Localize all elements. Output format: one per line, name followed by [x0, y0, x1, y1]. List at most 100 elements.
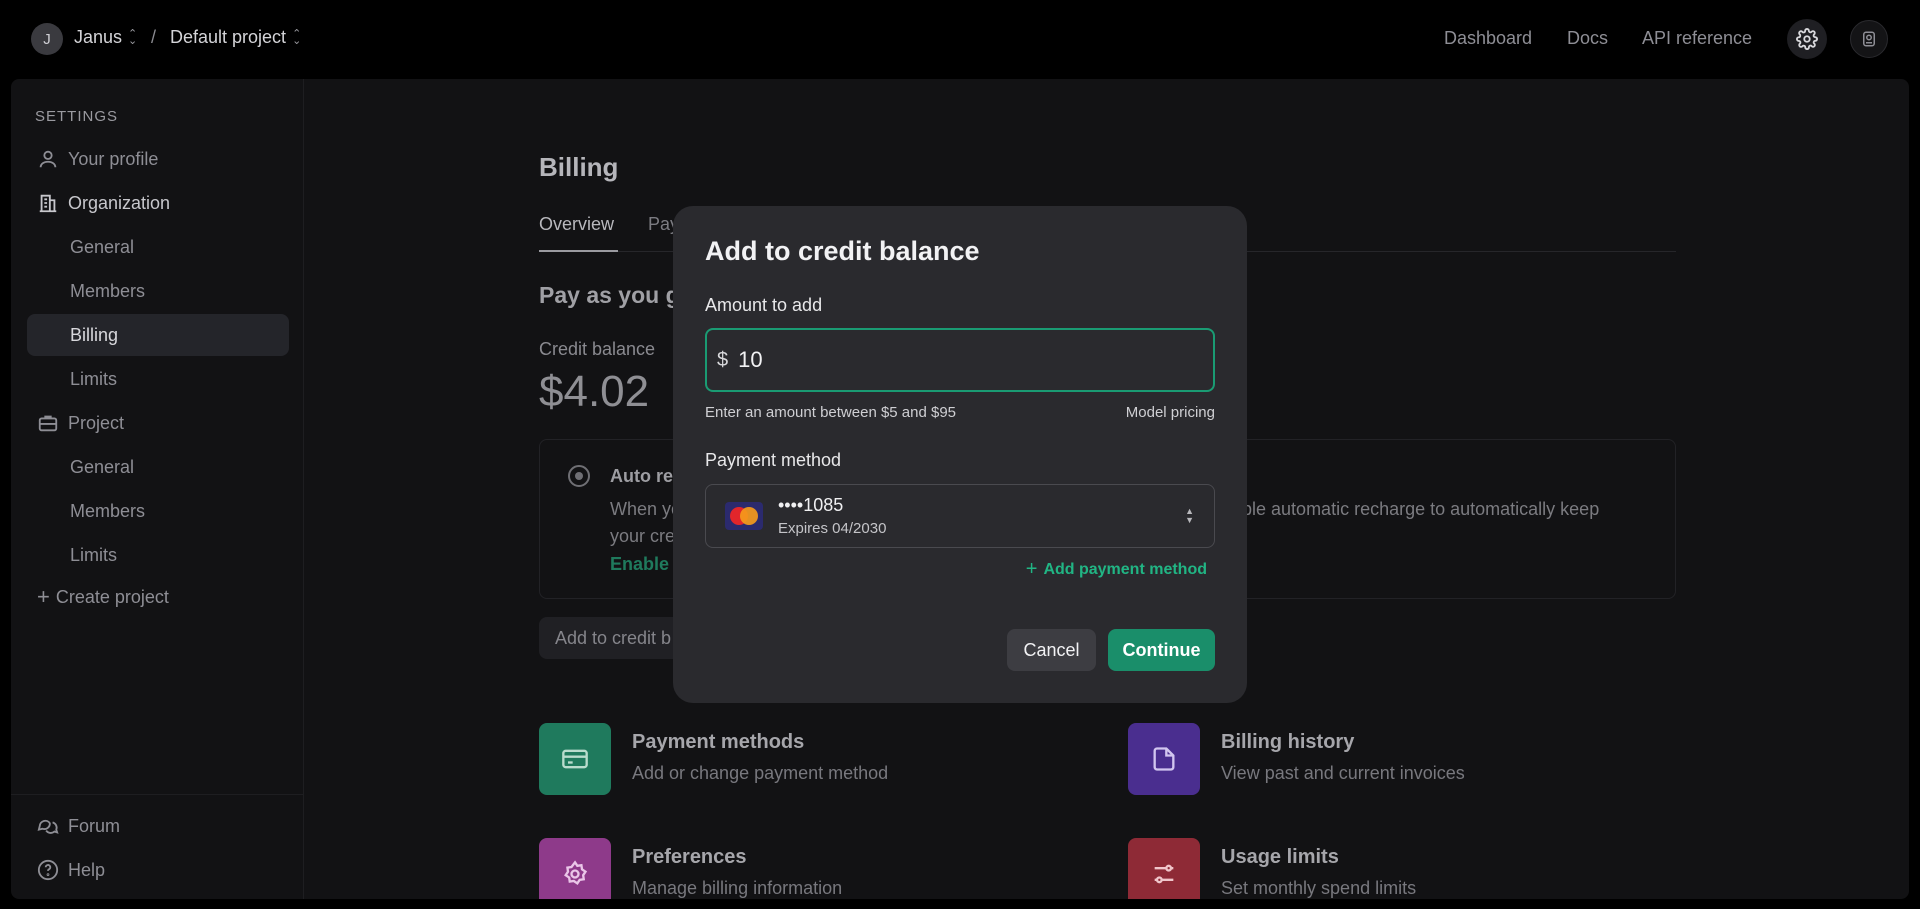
- tile-subtitle: View past and current invoices: [1221, 763, 1465, 783]
- sliders-icon: [1154, 864, 1174, 884]
- tile-icon-bg: [539, 723, 611, 795]
- sidebar-item-label: Help: [68, 859, 106, 880]
- sidebar-item-org-limits[interactable]: Limits: [27, 358, 289, 400]
- dashboard-link[interactable]: Dashboard: [1444, 28, 1532, 49]
- modal-title: Add to credit balance: [705, 236, 980, 266]
- sidebar-item-project-general[interactable]: General: [27, 446, 289, 488]
- user-icon: [39, 150, 57, 168]
- tile-icon-bg: [1128, 723, 1200, 795]
- sidebar-item-project[interactable]: Project: [27, 402, 289, 444]
- tile-title: Usage limits: [1221, 846, 1339, 868]
- avatar-icon: [1863, 31, 1875, 47]
- tile-preferences[interactable]: Preferences Manage billing information: [539, 838, 1099, 899]
- tile-title: Payment methods: [632, 731, 805, 753]
- document-icon: [1153, 747, 1175, 771]
- settings-button[interactable]: [1787, 19, 1827, 59]
- currency-symbol: $: [717, 348, 729, 371]
- org-name: Janus: [74, 27, 123, 47]
- card-number: ••••1085: [778, 495, 844, 515]
- org-avatar[interactable]: J: [31, 23, 63, 55]
- sidebar-item-label: Members: [70, 500, 146, 521]
- tile-billing-history[interactable]: Billing history View past and current in…: [1128, 723, 1688, 803]
- amount-input[interactable]: [738, 347, 1179, 373]
- sidebar-item-your-profile[interactable]: Your profile: [27, 138, 289, 180]
- sidebar-item-org-general[interactable]: General: [27, 226, 289, 268]
- tile-icon-bg: [1128, 838, 1200, 899]
- sidebar-item-label: Create project: [55, 586, 169, 607]
- auto-desc-left: When yo: [610, 499, 682, 519]
- sidebar-item-forum[interactable]: Forum: [27, 805, 289, 847]
- project-name: Default project: [170, 27, 287, 47]
- credit-card-icon: [562, 749, 588, 769]
- docs-link[interactable]: Docs: [1567, 28, 1608, 49]
- auto-recharge-title: Auto re: [610, 466, 673, 486]
- tile-title: Preferences: [632, 846, 747, 868]
- profile-button[interactable]: [1850, 20, 1888, 58]
- sidebar: SETTINGS Your profile Organization Gener…: [11, 79, 304, 899]
- add-payment-method-link[interactable]: + Add payment method: [1026, 558, 1207, 581]
- sidebar-item-label: Organization: [68, 192, 171, 213]
- cancel-button[interactable]: Cancel: [1007, 629, 1096, 671]
- amount-hint: Enter an amount between $5 and $95: [705, 404, 957, 421]
- tab-overview[interactable]: Overview: [539, 214, 614, 235]
- tile-subtitle: Set monthly spend limits: [1221, 878, 1417, 898]
- create-project-button[interactable]: + Create project: [27, 576, 289, 618]
- project-switcher[interactable]: Default project ⌃ ⌄: [170, 27, 301, 48]
- sidebar-item-organization[interactable]: Organization: [27, 182, 289, 224]
- tile-icon-bg: [539, 838, 611, 899]
- auto-recharge-radio[interactable]: [568, 465, 590, 487]
- chevron-updown-icon: ⌃ ⌄: [292, 27, 302, 47]
- sidebar-divider: [11, 794, 304, 795]
- add-payment-method-label: Add payment method: [1043, 560, 1207, 578]
- briefcase-icon: [38, 415, 58, 432]
- card-expiry: Expires 04/2030: [778, 520, 887, 537]
- tile-payment-methods[interactable]: Payment methods Add or change payment me…: [539, 723, 1099, 803]
- sidebar-item-help[interactable]: Help: [27, 849, 289, 891]
- auto-desc-right: able automatic recharge to automatically…: [1232, 499, 1600, 519]
- top-bar: J Janus ⌃ ⌄ / Default project ⌃ ⌄ Dashboar…: [0, 0, 1920, 78]
- sidebar-item-billing[interactable]: Billing: [27, 314, 289, 356]
- amount-label: Amount to add: [705, 295, 823, 315]
- mastercard-logo-icon: [725, 502, 763, 530]
- sidebar-item-label: Members: [70, 280, 146, 301]
- credit-balance-label: Credit balance: [539, 339, 656, 359]
- plus-icon: +: [1025, 558, 1038, 580]
- sidebar-item-project-limits[interactable]: Limits: [27, 534, 289, 576]
- add-credit-modal: Add to credit balance Amount to add $ En…: [673, 206, 1247, 703]
- sidebar-item-label: Billing: [70, 324, 119, 345]
- api-reference-link[interactable]: API reference: [1642, 28, 1752, 49]
- sidebar-item-label: General: [70, 236, 135, 257]
- sidebar-item-label: Your profile: [68, 148, 159, 169]
- breadcrumb-separator: /: [151, 27, 157, 47]
- plus-icon: +: [37, 584, 50, 609]
- help-icon: [37, 859, 59, 881]
- gear-icon: [564, 860, 588, 885]
- tile-subtitle: Manage billing information: [632, 878, 843, 898]
- sidebar-item-label: Forum: [68, 815, 121, 836]
- sidebar-item-org-members[interactable]: Members: [27, 270, 289, 312]
- sidebar-item-project-members[interactable]: Members: [27, 490, 289, 532]
- tile-subtitle: Add or change payment method: [632, 763, 889, 783]
- sidebar-heading: SETTINGS: [35, 108, 119, 125]
- tile-usage-limits[interactable]: Usage limits Set monthly spend limits: [1128, 838, 1688, 899]
- credit-balance-amount: $4.02: [539, 367, 650, 416]
- chevron-updown-icon: ▲ ▼: [1185, 506, 1194, 525]
- model-pricing-link[interactable]: Model pricing: [1126, 404, 1215, 421]
- auto-desc-line2: your cre: [610, 526, 676, 546]
- section-title: Pay as you g: [539, 282, 680, 308]
- chat-bubbles-icon: [37, 819, 59, 834]
- sidebar-item-label: General: [70, 456, 135, 477]
- sidebar-item-label: Project: [68, 412, 125, 433]
- chevron-updown-icon: ⌃ ⌄: [128, 27, 138, 47]
- active-tab-indicator: [539, 250, 618, 252]
- payment-method-select[interactable]: ••••1085 Expires 04/2030 ▲ ▼: [705, 484, 1215, 548]
- org-switcher[interactable]: Janus ⌃ ⌄: [74, 27, 137, 48]
- gear-icon: [1796, 28, 1818, 50]
- tile-title: Billing history: [1221, 731, 1355, 753]
- sidebar-item-label: Limits: [70, 368, 118, 389]
- page-title: Billing: [539, 152, 619, 182]
- continue-button[interactable]: Continue: [1108, 629, 1215, 671]
- sidebar-item-label: Limits: [70, 544, 118, 565]
- amount-field[interactable]: $: [705, 328, 1215, 392]
- payment-method-label: Payment method: [705, 450, 842, 470]
